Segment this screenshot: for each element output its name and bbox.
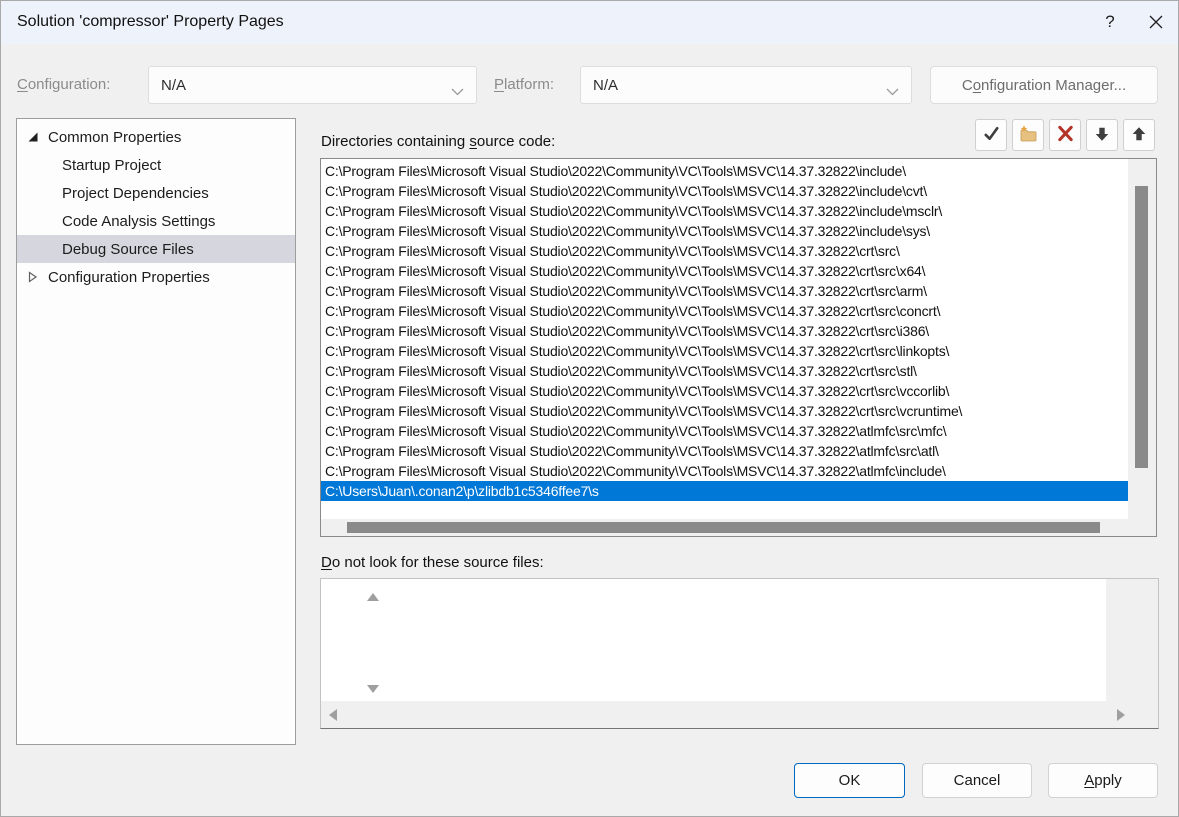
directory-item[interactable]: C:\Program Files\Microsoft Visual Studio… bbox=[321, 301, 1128, 321]
check-button[interactable] bbox=[975, 119, 1007, 151]
exclude-files-content[interactable] bbox=[321, 579, 1106, 701]
move-down-button[interactable] bbox=[1086, 119, 1118, 151]
tree-item-common-properties[interactable]: Common Properties bbox=[17, 123, 295, 151]
new-folder-button[interactable] bbox=[1012, 119, 1044, 151]
cancel-button[interactable]: Cancel bbox=[922, 763, 1032, 798]
delete-x-icon bbox=[1056, 124, 1075, 146]
directories-toolbar bbox=[975, 119, 1155, 151]
directory-item[interactable]: C:\Program Files\Microsoft Visual Studio… bbox=[321, 441, 1128, 461]
horizontal-scrollbar[interactable] bbox=[321, 519, 1128, 536]
directory-item[interactable]: C:\Program Files\Microsoft Visual Studio… bbox=[321, 261, 1128, 281]
directory-item[interactable]: C:\Program Files\Microsoft Visual Studio… bbox=[321, 361, 1128, 381]
directories-listbox: C:\Program Files\Microsoft Visual Studio… bbox=[320, 158, 1157, 537]
new-folder-icon bbox=[1018, 124, 1038, 147]
directory-item[interactable]: C:\Program Files\Microsoft Visual Studio… bbox=[321, 201, 1128, 221]
check-icon bbox=[982, 124, 1001, 146]
help-icon[interactable]: ? bbox=[1087, 0, 1133, 44]
chevron-down-icon bbox=[451, 83, 464, 100]
platform-value: N/A bbox=[593, 77, 618, 94]
close-icon[interactable] bbox=[1133, 0, 1179, 44]
move-up-icon bbox=[1130, 125, 1148, 146]
tree-item-debug-source-files[interactable]: Debug Source Files bbox=[17, 235, 295, 263]
scroll-right-icon[interactable] bbox=[1117, 709, 1125, 721]
chevron-down-icon bbox=[886, 83, 899, 100]
exclude-files-listbox[interactable] bbox=[320, 578, 1159, 729]
directories-label: Directories containing source code: bbox=[321, 133, 555, 150]
directory-item[interactable]: C:\Program Files\Microsoft Visual Studio… bbox=[321, 221, 1128, 241]
configuration-manager-button[interactable]: Configuration Manager... bbox=[930, 66, 1158, 104]
dialog-title: Solution 'compressor' Property Pages bbox=[0, 13, 284, 31]
apply-button[interactable]: Apply bbox=[1048, 763, 1158, 798]
tree-collapsed-icon[interactable] bbox=[27, 271, 39, 283]
scroll-down-icon[interactable] bbox=[367, 685, 379, 693]
delete-button[interactable] bbox=[1049, 119, 1081, 151]
vertical-scrollbar[interactable] bbox=[1128, 159, 1156, 536]
directory-item[interactable]: C:\Program Files\Microsoft Visual Studio… bbox=[321, 241, 1128, 261]
ok-button[interactable]: OK bbox=[794, 763, 905, 798]
directory-item[interactable]: C:\Program Files\Microsoft Visual Studio… bbox=[321, 461, 1128, 481]
scroll-up-icon[interactable] bbox=[367, 593, 379, 601]
directory-item[interactable]: C:\Program Files\Microsoft Visual Studio… bbox=[321, 161, 1128, 181]
tree-item-code-analysis-settings[interactable]: Code Analysis Settings bbox=[17, 207, 295, 235]
scrollbar-thumb[interactable] bbox=[1135, 186, 1148, 468]
configuration-label: Configuration: bbox=[17, 76, 110, 93]
property-tree: Common Properties Startup Project Projec… bbox=[16, 118, 296, 745]
titlebar: Solution 'compressor' Property Pages ? bbox=[0, 0, 1179, 44]
directory-item[interactable]: C:\Program Files\Microsoft Visual Studio… bbox=[321, 401, 1128, 421]
directory-item-selected[interactable]: C:\Users\Juan\.conan2\p\zlibdb1c5346ffee… bbox=[321, 481, 1128, 501]
titlebar-controls: ? bbox=[1087, 0, 1179, 44]
directory-item[interactable]: C:\Program Files\Microsoft Visual Studio… bbox=[321, 181, 1128, 201]
configuration-select[interactable]: N/A bbox=[148, 66, 477, 104]
directory-item[interactable]: C:\Program Files\Microsoft Visual Studio… bbox=[321, 321, 1128, 341]
move-down-icon bbox=[1093, 125, 1111, 146]
tree-item-project-dependencies[interactable]: Project Dependencies bbox=[17, 179, 295, 207]
directory-item[interactable]: C:\Program Files\Microsoft Visual Studio… bbox=[321, 341, 1128, 361]
directory-rows: C:\Program Files\Microsoft Visual Studio… bbox=[321, 161, 1128, 501]
tree-item-configuration-properties[interactable]: Configuration Properties bbox=[17, 263, 295, 291]
platform-select[interactable]: N/A bbox=[580, 66, 912, 104]
platform-label: Platform: bbox=[494, 76, 554, 93]
tree-expanded-icon[interactable] bbox=[27, 131, 39, 143]
directory-item[interactable]: C:\Program Files\Microsoft Visual Studio… bbox=[321, 381, 1128, 401]
scroll-left-icon[interactable] bbox=[329, 709, 337, 721]
configuration-value: N/A bbox=[161, 77, 186, 94]
directory-item[interactable]: C:\Program Files\Microsoft Visual Studio… bbox=[321, 281, 1128, 301]
move-up-button[interactable] bbox=[1123, 119, 1155, 151]
tree-item-startup-project[interactable]: Startup Project bbox=[17, 151, 295, 179]
exclude-files-label: Do not look for these source files: bbox=[321, 554, 544, 571]
scrollbar-thumb[interactable] bbox=[347, 522, 1100, 533]
directory-item[interactable]: C:\Program Files\Microsoft Visual Studio… bbox=[321, 421, 1128, 441]
